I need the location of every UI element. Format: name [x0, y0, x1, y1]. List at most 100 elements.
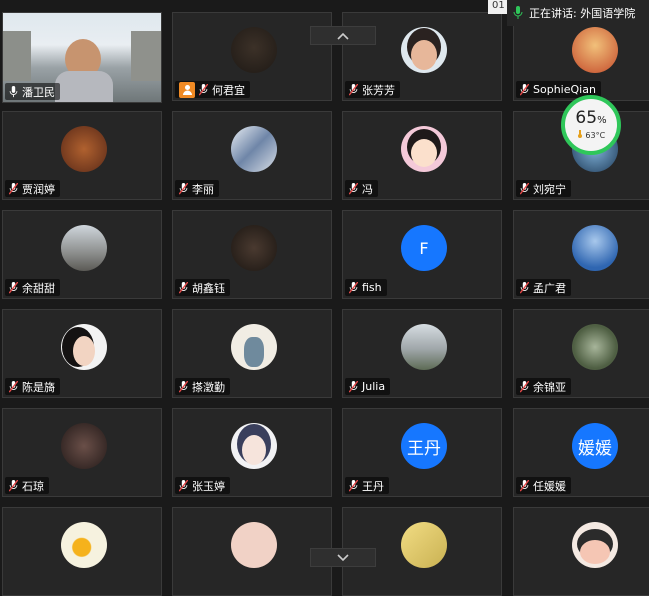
participant-name: 石琼: [22, 479, 44, 493]
mic-muted-icon: [9, 380, 18, 393]
mic-muted-icon: [349, 83, 358, 96]
avatar: [61, 225, 107, 271]
participant-tile[interactable]: Julia: [342, 309, 502, 398]
participant-tile[interactable]: 孟广君: [513, 210, 649, 299]
participant-name: 搽澂勤: [192, 380, 225, 394]
avatar: [401, 27, 447, 73]
avatar: [572, 225, 618, 271]
participant-namebar: 冯: [345, 180, 378, 197]
mic-active-icon: [513, 6, 523, 19]
participant-tile[interactable]: 余锦亚: [513, 309, 649, 398]
participant-namebar: 孟广君: [516, 279, 571, 296]
gauge-temp-value: 63°C: [585, 131, 606, 140]
mic-muted-icon: [179, 182, 188, 195]
participant-name: 胡鑫钰: [192, 281, 225, 295]
participant-name: fish: [362, 281, 382, 294]
participant-namebar: 石琼: [5, 477, 49, 494]
performance-gauge[interactable]: 65% 63°C: [561, 95, 621, 155]
mic-muted-icon: [179, 281, 188, 294]
avatar: [61, 126, 107, 172]
participant-tile[interactable]: 陈是旖: [2, 309, 162, 398]
participant-namebar: 陈是旖: [5, 378, 60, 395]
chevron-up-icon: [337, 32, 349, 40]
participant-name: 余甜甜: [22, 281, 55, 295]
avatar: [61, 423, 107, 469]
avatar: [401, 126, 447, 172]
mic-muted-icon: [349, 380, 358, 393]
participant-namebar: 贾润婷: [5, 180, 60, 197]
mic-muted-icon: [349, 182, 358, 195]
gauge-unit: %: [597, 115, 607, 126]
participant-name: 张芳芳: [362, 83, 395, 97]
participant-tile[interactable]: 搽澂勤: [172, 309, 332, 398]
page-down-button[interactable]: [310, 548, 376, 567]
participant-name: SophieQian: [533, 83, 596, 96]
avatar: 媛媛: [572, 423, 618, 469]
participant-name: 冯: [362, 182, 373, 196]
mic-muted-icon: [179, 380, 188, 393]
participant-name: 孟广君: [533, 281, 566, 295]
participant-tile[interactable]: 石琼: [2, 408, 162, 497]
speaking-indicator: 正在讲话: 外国语学院: [507, 0, 649, 26]
participant-name: 李丽: [192, 182, 214, 196]
participant-tile[interactable]: 张玉婷: [172, 408, 332, 497]
avatar: [61, 522, 107, 568]
avatar: F: [401, 225, 447, 271]
participant-grid: 潘卫民 何君宜 张芳芳 SophieQian 贾润婷 李丽 冯 刘宛宁 余甜甜 …: [0, 0, 649, 596]
mic-muted-icon: [179, 479, 188, 492]
avatar: [572, 324, 618, 370]
participant-name: 何君宜: [212, 83, 245, 97]
tab-label: 01: [492, 0, 505, 11]
participant-tile[interactable]: 胡鑫钰: [172, 210, 332, 299]
participant-tile[interactable]: [2, 507, 162, 596]
participant-namebar: 胡鑫钰: [175, 279, 230, 296]
participant-name: 潘卫民: [22, 85, 55, 99]
gauge-temp: 63°C: [577, 130, 605, 140]
avatar: [61, 324, 107, 370]
participant-namebar: Julia: [345, 378, 391, 395]
mic-muted-icon: [520, 83, 529, 96]
participant-tile[interactable]: 潘卫民: [2, 12, 162, 103]
chevron-down-icon: [337, 553, 349, 561]
mic-on-icon: [9, 85, 18, 97]
mic-muted-icon: [349, 281, 358, 294]
avatar: 王丹: [401, 423, 447, 469]
participant-name: 张玉婷: [192, 479, 225, 493]
participant-namebar: 余锦亚: [516, 378, 571, 395]
participant-tile[interactable]: [172, 507, 332, 596]
participant-tile[interactable]: [513, 507, 649, 596]
participant-tile[interactable]: 何君宜: [172, 12, 332, 101]
page-up-button[interactable]: [310, 26, 376, 45]
avatar: [401, 324, 447, 370]
participant-namebar: 李丽: [175, 180, 219, 197]
participant-name: 余锦亚: [533, 380, 566, 394]
participant-namebar: 任媛媛: [516, 477, 571, 494]
participant-tile[interactable]: 李丽: [172, 111, 332, 200]
mic-muted-icon: [520, 380, 529, 393]
avatar: [231, 225, 277, 271]
participant-namebar: fish: [345, 279, 387, 296]
avatar: [401, 522, 447, 568]
participant-tile[interactable]: 冯: [342, 111, 502, 200]
avatar: [572, 522, 618, 568]
mic-muted-icon: [9, 281, 18, 294]
window-tab[interactable]: 01: [488, 0, 507, 14]
avatar: [231, 27, 277, 73]
participant-namebar: 张玉婷: [175, 477, 230, 494]
participant-tile[interactable]: 余甜甜: [2, 210, 162, 299]
mic-muted-icon: [520, 281, 529, 294]
mic-muted-icon: [9, 479, 18, 492]
participant-tile[interactable]: 媛媛 任媛媛: [513, 408, 649, 497]
avatar: [231, 324, 277, 370]
participant-name: 刘宛宁: [533, 182, 566, 196]
participant-tile[interactable]: F fish: [342, 210, 502, 299]
participant-namebar: 搽澂勤: [175, 378, 230, 395]
mic-muted-icon: [9, 182, 18, 195]
participant-tile[interactable]: 贾润婷: [2, 111, 162, 200]
participant-tile[interactable]: 王丹 王丹: [342, 408, 502, 497]
participant-name: 王丹: [362, 479, 384, 493]
participant-name: 陈是旖: [22, 380, 55, 394]
speaking-label: 正在讲话: 外国语学院: [529, 7, 636, 20]
participant-name: Julia: [362, 380, 386, 393]
participant-name: 任媛媛: [533, 479, 566, 493]
